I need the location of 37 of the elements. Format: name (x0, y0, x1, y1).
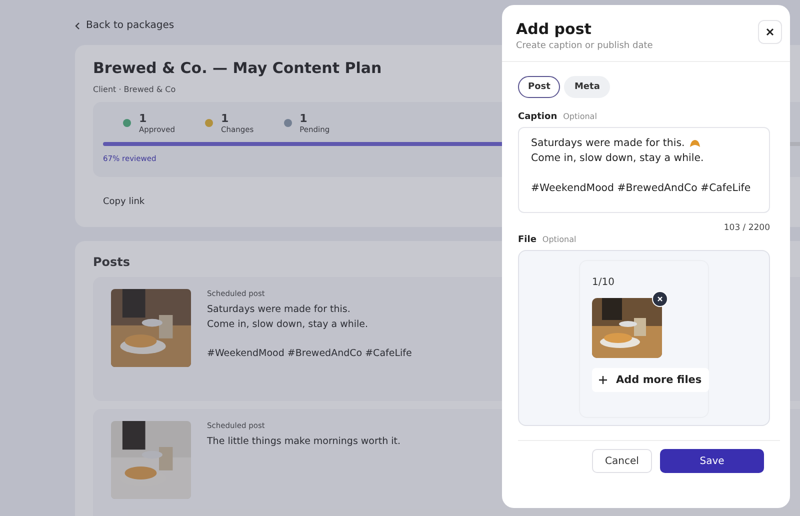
chevron-left-icon (75, 22, 80, 30)
post-caption-line: Saturdays were made for this. (207, 303, 352, 317)
close-button[interactable] (758, 20, 782, 44)
caption-label: Caption (518, 112, 558, 122)
caption-field[interactable]: Saturdays were made for this. Come in, slow down, stay a while. #WeekendMood #BrewedAndCo #CafeLife (518, 127, 770, 213)
remove-button[interactable] (652, 291, 668, 307)
tab[interactable]: Post (518, 76, 560, 98)
save-button[interactable]: Save (660, 449, 764, 473)
plus-icon (599, 376, 607, 384)
dialog-subtitle: Create caption or publish date (516, 41, 653, 51)
file-count: 1/10 (592, 277, 614, 288)
file-label: File (518, 235, 536, 245)
file-dropzone[interactable]: 1/10 Add more files (518, 250, 770, 426)
posts-title: Posts (93, 255, 132, 269)
add-files-button[interactable]: Add more files (592, 368, 709, 392)
status-icon (204, 119, 213, 127)
dialog-title: Add post (516, 20, 592, 38)
optional-hint: Optional (563, 112, 597, 121)
optional-hint: Optional (542, 235, 576, 244)
status-icon (284, 119, 292, 127)
back-link[interactable]: Back to packages (86, 20, 174, 31)
character-counter: 103 / 2200 (722, 223, 770, 233)
status-icon (123, 119, 131, 127)
stat-count: 1 (300, 112, 308, 125)
post-caption-line: The little things make mornings worth it. (207, 435, 401, 449)
post-caption-line: #WeekendMood #BrewedAndCo #CafeLife (207, 347, 412, 361)
tab[interactable]: Meta (564, 76, 610, 98)
croissant-icon (688, 138, 701, 148)
plan-subtitle: Client · Brewed & Co (93, 85, 176, 94)
copy-link[interactable]: Copy link (103, 197, 145, 207)
cancel-button[interactable]: Cancel (592, 449, 652, 473)
plan-title: Brewed & Co. — May Content Plan (93, 59, 383, 77)
stat-count: 1 (220, 112, 230, 125)
close-icon (766, 28, 774, 36)
post-caption-line: Come in, slow down, stay a while. (207, 318, 370, 332)
close-icon (657, 296, 663, 302)
stat-count: 1 (139, 112, 148, 125)
